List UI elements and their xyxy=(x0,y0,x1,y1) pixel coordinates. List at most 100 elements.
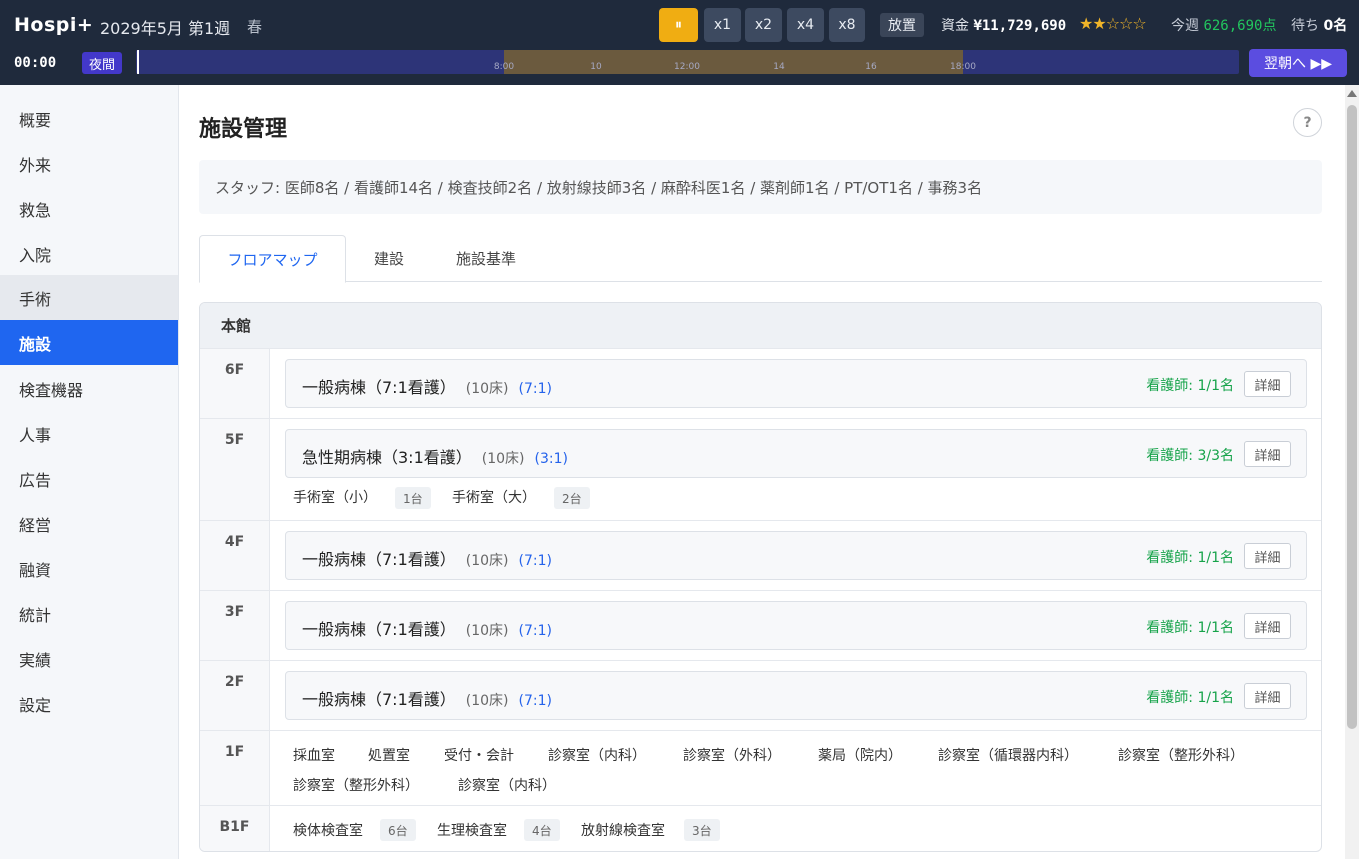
sidebar-item-settings[interactable]: 設定 xyxy=(0,681,178,726)
weekly-points: 今週 626,690点 xyxy=(1171,15,1276,35)
day-timeline[interactable]: 8:00 10 12:00 14 16 18:00 xyxy=(136,50,1239,74)
ward-beds: (10床) xyxy=(481,451,525,467)
ward-ratio: (7:1) xyxy=(518,623,552,639)
funds-value: ¥11,729,690 xyxy=(973,18,1067,34)
speed-x8-button[interactable]: x8 xyxy=(829,8,865,42)
ward-beds: (10床) xyxy=(465,381,509,397)
room-item[interactable]: 手術室（小） xyxy=(293,487,377,507)
room-item[interactable]: 生理検査室 xyxy=(437,820,507,840)
pause-button[interactable]: ⏸ xyxy=(659,8,698,42)
sidebar-item-facility[interactable]: 施設 xyxy=(0,320,178,365)
sidebar-item-achievements[interactable]: 実績 xyxy=(0,636,178,681)
room-item[interactable]: 診察室（内科） xyxy=(548,745,646,765)
room-item[interactable]: 診察室（外科） xyxy=(683,745,781,765)
nurse-count: 看護師: 1/1名 xyxy=(1146,550,1234,566)
sidebar-item-outpatient[interactable]: 外来 xyxy=(0,141,178,186)
ward-ratio: (7:1) xyxy=(518,381,552,397)
timeline-tick: 12:00 xyxy=(674,62,700,72)
brand-logo: Hospi+ xyxy=(14,14,94,36)
detail-button[interactable]: 詳細 xyxy=(1244,441,1291,467)
next-morning-button[interactable]: 翌朝へ ▶▶ xyxy=(1249,49,1347,77)
sidebar-item-hr[interactable]: 人事 xyxy=(0,411,178,456)
room-item[interactable]: 検体検査室 xyxy=(293,820,363,840)
sidebar-item-surgery[interactable]: 手術 xyxy=(0,275,178,320)
detail-button[interactable]: 詳細 xyxy=(1244,543,1291,569)
sidebar-item-statistics[interactable]: 統計 xyxy=(0,591,178,636)
room-count-badge: 1台 xyxy=(395,487,431,509)
sidebar-item-overview[interactable]: 概要 xyxy=(0,96,178,141)
tab-floor-map[interactable]: フロアマップ xyxy=(199,235,346,283)
ward-title: 一般病棟（7:1看護） xyxy=(302,550,456,569)
ward-name: 一般病棟（7:1看護） (10床) (7:1) xyxy=(302,616,552,640)
room-item[interactable]: 放射線検査室 xyxy=(581,820,665,840)
ward-beds: (10床) xyxy=(465,623,509,639)
room-item[interactable]: 薬局（院内） xyxy=(818,745,902,765)
room-item[interactable]: 手術室（大） xyxy=(452,487,536,507)
timeline-tick: 18:00 xyxy=(950,62,976,72)
ward-card[interactable]: 急性期病棟（3:1看護） (10床) (3:1) 看護師: 3/3名 詳細 xyxy=(285,429,1307,478)
ward-card[interactable]: 一般病棟（7:1看護） (10床) (7:1) 看護師: 1/1名 詳細 xyxy=(285,359,1307,408)
ward-card[interactable]: 一般病棟（7:1看護） (10床) (7:1) 看護師: 1/1名 詳細 xyxy=(285,601,1307,650)
ward-ratio: (7:1) xyxy=(518,693,552,709)
floor-label: 6F xyxy=(200,349,270,418)
tab-facility-standards[interactable]: 施設基準 xyxy=(435,235,537,282)
scroll-up-icon[interactable] xyxy=(1347,90,1357,97)
speed-x1-button[interactable]: x1 xyxy=(704,8,741,42)
room-item[interactable]: 診察室（整形外科） xyxy=(1118,745,1244,765)
funds-display: 資金 ¥11,729,690 xyxy=(941,15,1066,35)
floor-label: 3F xyxy=(200,591,270,660)
building-panel: 本館 6F 一般病棟（7:1看護） (10床) (7:1) 看護師: 1/1名 詳細… xyxy=(199,302,1322,852)
top-bar: Hospi+ 2029年5月 第1週 春 ⏸ x1 x2 x4 x8 放置 資金… xyxy=(0,0,1359,85)
star-empty-icon: ☆☆☆ xyxy=(1105,14,1147,33)
detail-button[interactable]: 詳細 xyxy=(1244,371,1291,397)
speed-x4-button[interactable]: x4 xyxy=(787,8,824,42)
room-count-badge: 4台 xyxy=(524,819,560,841)
sidebar-item-loans[interactable]: 融資 xyxy=(0,546,178,591)
sidebar-item-inpatient[interactable]: 入院 xyxy=(0,231,178,276)
idle-button[interactable]: 放置 xyxy=(880,13,924,37)
ward-card[interactable]: 一般病棟（7:1看護） (10床) (7:1) 看護師: 1/1名 詳細 xyxy=(285,671,1307,720)
sidebar-item-emergency[interactable]: 救急 xyxy=(0,186,178,231)
ward-ratio: (3:1) xyxy=(534,451,568,467)
weekly-label: 今週 xyxy=(1171,18,1199,34)
weekly-value: 626,690点 xyxy=(1203,18,1277,34)
sidebar-item-advertising[interactable]: 広告 xyxy=(0,456,178,501)
sidebar-item-equipment[interactable]: 検査機器 xyxy=(0,366,178,411)
floor-row: 6F 一般病棟（7:1看護） (10床) (7:1) 看護師: 1/1名 詳細 xyxy=(200,348,1321,418)
star-filled-icon: ★★ xyxy=(1079,14,1107,33)
detail-button[interactable]: 詳細 xyxy=(1244,683,1291,709)
room-item[interactable]: 診察室（内科） xyxy=(458,775,556,795)
room-item[interactable]: 処置室 xyxy=(368,745,410,765)
sidebar-item-management[interactable]: 経営 xyxy=(0,501,178,546)
detail-button[interactable]: 詳細 xyxy=(1244,613,1291,639)
ward-name: 一般病棟（7:1看護） (10床) (7:1) xyxy=(302,546,552,570)
room-count-badge: 6台 xyxy=(380,819,416,841)
tab-construction[interactable]: 建設 xyxy=(353,235,425,282)
funds-label: 資金 xyxy=(941,18,969,34)
scroll-thumb[interactable] xyxy=(1347,105,1357,729)
status-row: Hospi+ 2029年5月 第1週 春 ⏸ x1 x2 x4 x8 放置 資金… xyxy=(0,0,1359,50)
floor-label: 4F xyxy=(200,521,270,590)
season-label: 春 xyxy=(247,18,263,36)
ward-card[interactable]: 一般病棟（7:1看護） (10床) (7:1) 看護師: 1/1名 詳細 xyxy=(285,531,1307,580)
timeline-tick: 8:00 xyxy=(493,62,515,72)
nurse-count: 看護師: 1/1名 xyxy=(1146,378,1234,394)
ward-ratio: (7:1) xyxy=(518,553,552,569)
room-item[interactable]: 受付・会計 xyxy=(444,745,514,765)
floor-row: 3F 一般病棟（7:1看護） (10床) (7:1) 看護師: 1/1名 詳細 xyxy=(200,590,1321,660)
floor-label: B1F xyxy=(200,806,270,851)
timeline-tick: 10 xyxy=(590,62,602,72)
room-item[interactable]: 診察室（整形外科） xyxy=(293,775,419,795)
rating-stars: ★★☆☆☆ xyxy=(1079,14,1147,33)
room-count-badge: 2台 xyxy=(554,487,590,509)
daytime-band xyxy=(504,50,963,74)
pause-icon: ⏸ xyxy=(675,17,682,33)
speed-x2-button[interactable]: x2 xyxy=(745,8,782,42)
main-scrollbar[interactable] xyxy=(1345,85,1359,859)
floor-row: 4F 一般病棟（7:1看護） (10床) (7:1) 看護師: 1/1名 詳細 xyxy=(200,520,1321,590)
room-item[interactable]: 採血室 xyxy=(293,745,335,765)
time-cursor xyxy=(137,50,139,74)
help-button[interactable]: ? xyxy=(1293,108,1322,137)
room-item[interactable]: 診察室（循環器内科） xyxy=(938,745,1078,765)
ward-name: 急性期病棟（3:1看護） (10床) (3:1) xyxy=(302,444,568,468)
